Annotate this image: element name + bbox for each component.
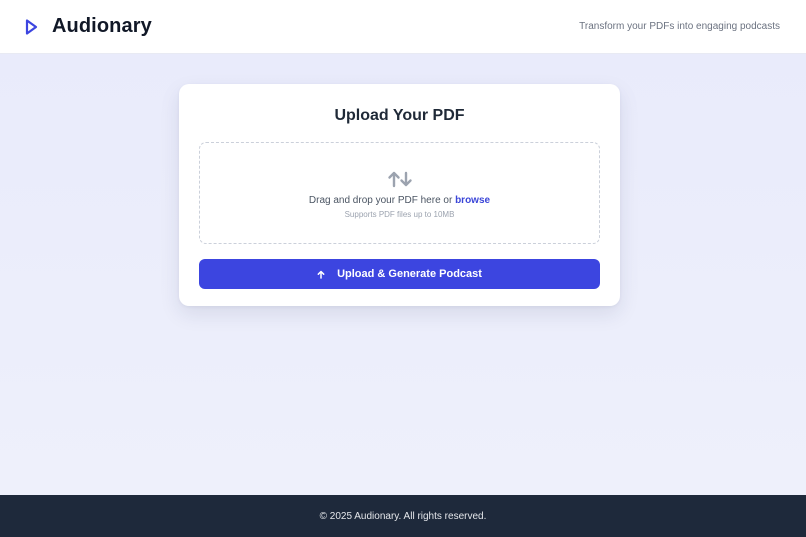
- pdf-dropzone[interactable]: Drag and drop your PDF here or browse Su…: [199, 142, 600, 244]
- page-footer: © 2025 Audionary. All rights reserved.: [0, 495, 806, 537]
- top-header: Audionary Transform your PDFs into engag…: [0, 0, 806, 54]
- upload-download-arrows-icon: [387, 170, 413, 188]
- upload-card: Upload Your PDF Drag and drop your PDF h…: [179, 84, 620, 306]
- brand-name: Audionary: [52, 15, 152, 37]
- brand[interactable]: Audionary: [24, 15, 152, 38]
- browse-link[interactable]: browse: [455, 195, 490, 206]
- dropzone-prompt: Drag and drop your PDF here or browse: [309, 195, 490, 206]
- footer-copyright: © 2025 Audionary. All rights reserved.: [319, 510, 487, 522]
- upload-generate-button[interactable]: Upload & Generate Podcast: [199, 259, 600, 289]
- dropzone-prompt-text: Drag and drop your PDF here or: [308, 195, 456, 206]
- upload-card-title: Upload Your PDF: [334, 107, 465, 124]
- arrow-up-icon: [317, 270, 325, 279]
- dropzone-hint: Supports PDF files up to 10MB: [344, 210, 455, 219]
- play-icon: [24, 18, 38, 36]
- upload-generate-label: Upload & Generate Podcast: [337, 268, 482, 280]
- main-content: Upload Your PDF Drag and drop your PDF h…: [0, 54, 806, 495]
- app-page: Audionary Transform your PDFs into engag…: [0, 0, 806, 537]
- tagline: Transform your PDFs into engaging podcas…: [579, 21, 780, 32]
